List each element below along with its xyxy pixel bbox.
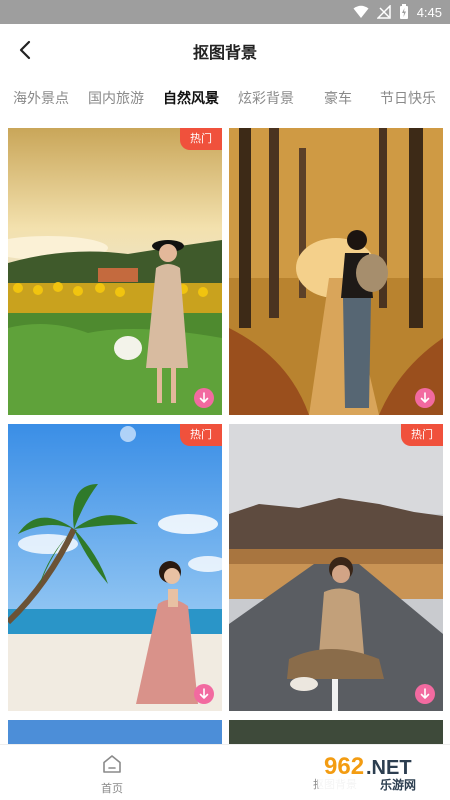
download-button[interactable] xyxy=(415,684,435,704)
download-button[interactable] xyxy=(415,388,435,408)
signal-icon xyxy=(376,5,391,19)
forest-image xyxy=(229,720,443,744)
background-card[interactable]: 热门 xyxy=(8,128,222,415)
download-arrow-icon xyxy=(420,688,430,699)
tab-colorful[interactable]: 炫彩背景 xyxy=(238,84,294,114)
hot-badge: 热门 xyxy=(401,424,443,446)
nav-home-label: 首页 xyxy=(101,782,123,795)
category-tabs: 海外景点 国内旅游 自然风景 炫彩背景 豪车 节日快乐 xyxy=(0,84,450,114)
palm-beach-image xyxy=(8,424,222,711)
status-time: 4:45 xyxy=(416,4,442,20)
background-card[interactable] xyxy=(229,720,443,744)
watermark-sub: 乐游网 xyxy=(380,777,416,792)
background-card[interactable] xyxy=(229,128,443,415)
background-card[interactable]: 热门 xyxy=(8,424,222,711)
watermark-brand: 962 xyxy=(324,753,364,780)
tab-luxury-car[interactable]: 豪车 xyxy=(324,84,352,114)
status-icons: 4:45 xyxy=(353,3,442,21)
download-button[interactable] xyxy=(194,388,214,408)
hot-badge: 热门 xyxy=(180,128,222,150)
watermark-suffix: .NET xyxy=(366,757,412,779)
header: 抠图背景 xyxy=(0,24,450,76)
wifi-icon xyxy=(353,5,369,18)
autumn-forest-image xyxy=(229,128,443,415)
site-watermark-logo: 962 .NET 乐游网 xyxy=(318,750,446,792)
nav-home[interactable]: 首页 xyxy=(92,753,132,796)
battery-icon xyxy=(399,4,408,19)
home-icon xyxy=(103,755,121,773)
tab-nature[interactable]: 自然风景 xyxy=(163,84,219,114)
download-arrow-icon xyxy=(199,392,209,403)
download-arrow-icon xyxy=(420,392,430,403)
background-grid: 热门 热门 热门 xyxy=(0,128,450,744)
background-card[interactable] xyxy=(8,720,222,744)
tab-overseas[interactable]: 海外景点 xyxy=(13,84,69,114)
mountain-road-image xyxy=(229,424,443,711)
tab-domestic[interactable]: 国内旅游 xyxy=(88,84,144,114)
page-title: 抠图背景 xyxy=(192,43,257,62)
download-arrow-icon xyxy=(199,688,209,699)
download-button[interactable] xyxy=(194,684,214,704)
background-card[interactable]: 热门 xyxy=(229,424,443,711)
hot-badge: 热门 xyxy=(180,424,222,446)
tab-holiday[interactable]: 节日快乐 xyxy=(380,84,436,114)
sky-image xyxy=(8,720,222,744)
sunflower-field-image xyxy=(8,128,222,415)
status-bar: 4:45 xyxy=(0,0,450,24)
